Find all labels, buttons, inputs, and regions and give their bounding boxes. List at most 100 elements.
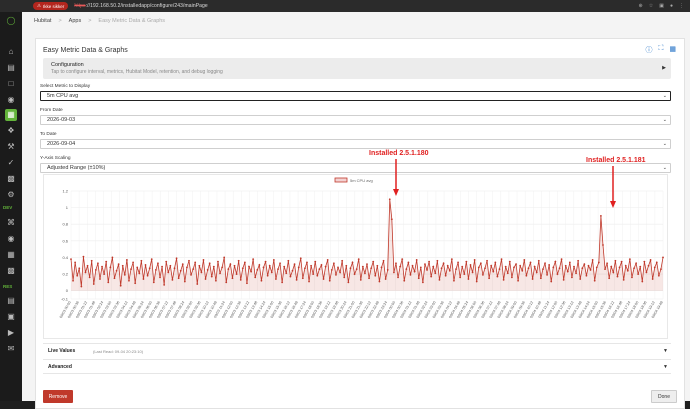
live-values-section[interactable]: Live Values (Last Read: 09-04 20:23:10) … [43,343,671,358]
tools-icon[interactable]: ⚒ [5,141,17,153]
data-point [138,272,141,275]
breadcrumb-separator: > [58,18,62,24]
data-point [80,285,83,288]
data-point [324,265,327,268]
data-point [368,277,370,280]
drivers-code-icon[interactable]: ◉ [5,233,17,245]
configuration-section[interactable]: Configuration Tap to configure interval,… [43,58,671,79]
data-point [181,263,184,266]
zoom-icon[interactable]: ⊕ [639,3,643,9]
advanced-section[interactable]: Advanced ▼ [43,359,671,374]
data-point [415,259,418,261]
data-point [86,264,89,267]
page-title: Easy Metric Data & Graphs [43,47,128,54]
libraries-icon[interactable]: ▦ [5,249,17,261]
data-point [82,255,85,258]
metric-select[interactable]: 5m CPU avg ⌄ [40,91,671,101]
data-point [655,261,658,264]
data-point [595,266,598,269]
apps-icon[interactable]: ▦ [5,109,17,121]
data-point [397,276,399,279]
done-button[interactable]: Done [651,390,677,403]
bundles-icon[interactable]: ▩ [5,265,17,277]
data-point [241,267,244,270]
data-point [587,264,590,267]
data-point [384,278,387,280]
menu-icon[interactable]: ⋮ [679,3,684,9]
to-date-select[interactable]: 2026-09-04 ⌄ [40,139,671,149]
location-icon[interactable]: ◉ [5,94,17,106]
data-point [517,279,520,282]
data-point [330,269,333,271]
data-point [297,266,300,269]
video-icon[interactable]: ▶ [5,327,17,339]
data-point [212,265,215,268]
data-point [395,262,397,265]
breadcrumb-apps[interactable]: Apps [69,18,82,24]
data-point [101,265,103,268]
integrations-icon[interactable]: ❖ [5,125,17,137]
data-point [386,269,389,271]
extension-icon[interactable]: ▣ [659,3,664,9]
data-point [529,261,532,264]
data-point [200,271,203,274]
dashboard-icon[interactable]: ▩ [5,173,17,185]
rooms-icon[interactable]: □ [5,78,17,90]
data-point [293,263,296,266]
settings-icon[interactable]: ⚙ [5,189,17,201]
devices-icon[interactable]: ▤ [5,62,17,74]
data-point [115,269,118,272]
data-point [90,259,93,262]
data-point [622,278,625,281]
chevron-down-icon: ⌄ [662,117,667,123]
data-point [608,277,611,280]
hubitat-logo-icon[interactable]: ◯ [5,15,17,27]
scaling-select[interactable]: Adjusted Range (±10%) ⌄ [40,163,671,173]
y-tick-label: 0 [66,288,69,293]
data-point [620,260,623,263]
data-point [103,273,106,275]
data-point [660,268,662,270]
data-point [107,281,110,284]
data-point [428,260,430,263]
breadcrumb-hubitat[interactable]: Hubitat [34,18,51,24]
data-point [552,266,555,269]
profile-icon[interactable]: ● [670,3,673,9]
from-date-select[interactable]: 2026-09-03 ⌄ [40,115,671,125]
data-point [94,269,97,271]
data-point [221,266,224,269]
data-point [424,263,426,266]
data-point [482,274,484,276]
data-point [486,259,488,262]
check-icon[interactable]: ✓ [5,157,17,169]
apps-code-icon[interactable]: ⌘ [5,217,17,229]
remove-button[interactable]: Remove [43,390,73,403]
star-icon[interactable]: ☆ [649,3,653,9]
data-point [161,265,163,268]
data-point [453,279,455,282]
data-point [602,244,604,246]
support-icon[interactable]: ✉ [5,343,17,355]
dashboard-icon[interactable]: ▦ [669,45,676,55]
chevron-down-icon: ▼ [663,348,668,354]
data-point [246,282,248,285]
data-point [159,276,161,279]
home-icon[interactable]: ⌂ [5,46,17,58]
data-point [577,259,580,262]
fullscreen-icon[interactable]: ⛶ [658,45,663,55]
not-secure-badge[interactable]: ⚠ Ikke sikker [33,2,69,10]
advanced-header: Advanced [48,364,72,370]
data-point [134,282,137,285]
address-bar[interactable]: https://192.168.50.2/installedapp/config… [74,3,207,9]
data-point [548,264,551,266]
data-point [535,271,538,274]
data-point [502,278,505,281]
data-point [378,280,381,283]
data-point [347,281,350,284]
documentation-icon[interactable]: ▤ [5,295,17,307]
community-icon[interactable]: ▣ [5,311,17,323]
data-point [206,269,209,271]
info-icon[interactable]: ⓘ [645,45,652,55]
data-point [359,278,362,281]
data-point [146,274,149,277]
